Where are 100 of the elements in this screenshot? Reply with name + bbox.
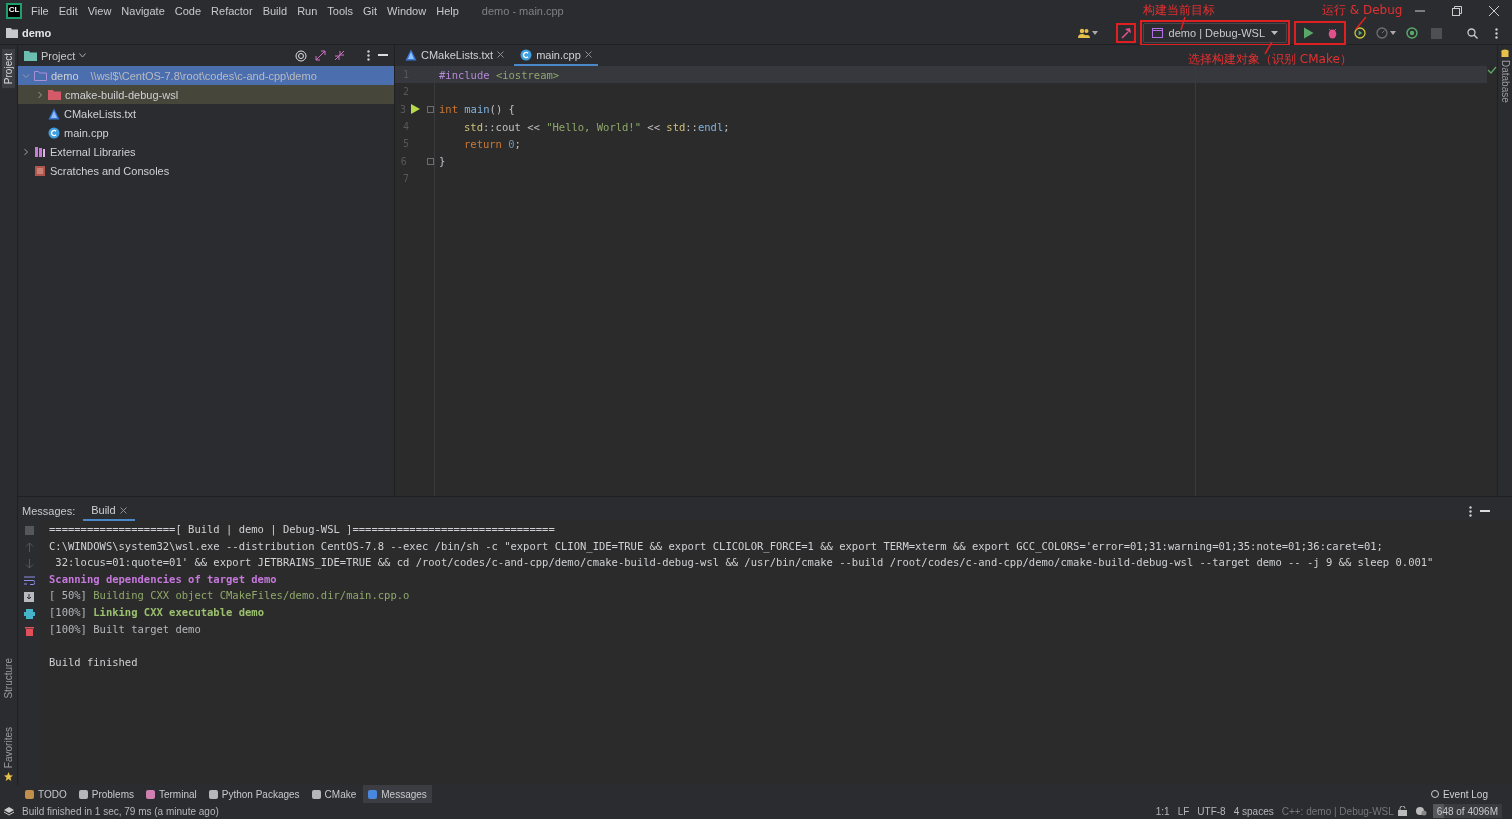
triangle-icon xyxy=(405,48,417,61)
run-configuration-dropdown[interactable]: demo | Debug-WSL xyxy=(1142,23,1287,43)
caret-icon xyxy=(1271,31,1278,35)
more-icon xyxy=(1494,27,1498,39)
play-icon xyxy=(1302,27,1314,39)
menu-item[interactable]: Tools xyxy=(322,5,358,17)
menu-item[interactable]: Navigate xyxy=(116,5,170,17)
folder-icon xyxy=(48,89,61,100)
gauge-icon xyxy=(1376,27,1388,39)
tool-window-button[interactable]: Terminal xyxy=(140,785,202,803)
path-text: \\wsl$\CentOS-7.8\root\codes\c-and-cpp\demo xyxy=(90,69,317,82)
chevron-right-icon xyxy=(36,90,44,99)
bubble-icon xyxy=(1429,789,1440,799)
tool-window-icon xyxy=(368,789,378,799)
target-icon xyxy=(1406,27,1418,39)
panel-title: Messages: xyxy=(22,505,76,517)
menu-item[interactable]: Refactor xyxy=(206,5,258,17)
menu-item[interactable]: Build xyxy=(257,5,293,17)
status-message: Build finished in 1 sec, 79 ms (a minute ago) xyxy=(21,805,220,817)
memory-indicator[interactable]: 648 of 4096M xyxy=(1432,804,1502,818)
arrow-up-icon xyxy=(24,542,34,552)
annotation-label: 选择构建对象（识别 CMake） xyxy=(1188,51,1352,68)
star-icon xyxy=(4,772,13,781)
caret-icon xyxy=(1091,31,1098,35)
event-log-button[interactable]: Event Log xyxy=(1429,788,1488,800)
more-icon xyxy=(1469,505,1472,517)
caret-icon xyxy=(79,53,87,58)
tool-window-tab[interactable]: Structure xyxy=(2,654,15,703)
menu-item[interactable]: Edit xyxy=(53,5,83,17)
tool-window-icon xyxy=(208,789,218,799)
close-icon xyxy=(584,51,592,58)
play-circle-icon xyxy=(1354,27,1366,39)
console-line: C:\WINDOWS\system32\wsl.exe --distribution CentOS-7.8 --exec /bin/sh -c "export CLION_IDE=TRUE && export CLICOLOR_FORCE=1 && export TERM=xterm && export GCC_COLORS='error=01;31:warning=01;35:note=01;36:caret=01; xyxy=(49,539,1383,552)
panel-title[interactable]: Project xyxy=(41,49,76,62)
window-icon xyxy=(1151,28,1163,38)
menu-item[interactable]: Run xyxy=(292,5,323,17)
tree-item[interactable]: External Libraries xyxy=(18,142,394,161)
menu-item[interactable]: View xyxy=(82,5,117,17)
tool-window-tab[interactable]: Project xyxy=(2,49,15,89)
tool-window-button[interactable]: TODO xyxy=(20,785,72,803)
fold-icon xyxy=(427,105,434,113)
tool-window-button[interactable]: Python Packages xyxy=(203,785,305,803)
app-logo: CL xyxy=(6,3,22,19)
collapse-icon xyxy=(334,50,345,61)
tree-item[interactable]: cmake-build-debug-wsl xyxy=(18,85,394,104)
minimize-icon xyxy=(378,54,388,57)
minimize-icon xyxy=(1480,509,1490,513)
tree-item[interactable]: main.cpp xyxy=(18,123,394,142)
tool-window-button[interactable]: CMake xyxy=(306,785,362,803)
tool-window-button[interactable]: Problems xyxy=(73,785,139,803)
search-icon xyxy=(1466,27,1478,39)
stop-icon xyxy=(1430,27,1442,39)
console-line: [ 50%] Building CXX object CMakeFiles/demo.dir/main.cpp.o xyxy=(49,589,410,602)
chevron-right-icon xyxy=(22,147,30,156)
folder-icon xyxy=(6,28,18,38)
arrow-down-icon xyxy=(24,559,34,569)
tool-window-tab[interactable]: Favorites xyxy=(2,722,15,772)
status-item[interactable]: LF xyxy=(1173,805,1194,817)
scratches-icon xyxy=(34,164,46,177)
menu-item[interactable]: Window xyxy=(382,5,432,17)
menu-item[interactable]: Help xyxy=(431,5,464,17)
close-icon xyxy=(119,506,127,514)
bug-icon xyxy=(1326,27,1338,39)
window-title: demo - main.cpp xyxy=(481,5,564,17)
tool-window-button[interactable]: Messages xyxy=(363,785,432,803)
stop-icon xyxy=(24,526,34,535)
code-line: return 0; xyxy=(464,137,521,150)
status-item[interactable]: UTF-8 xyxy=(1193,805,1230,817)
console-line: Build finished xyxy=(49,655,138,668)
expand-icon xyxy=(315,50,326,61)
close-icon xyxy=(497,51,505,58)
tree-item[interactable]: Scratches and Consoles xyxy=(18,161,394,180)
users-icon xyxy=(1077,28,1090,38)
menu-item[interactable]: Git xyxy=(358,5,383,17)
console-line: [100%] Linking CXX executable demo xyxy=(49,605,264,618)
fold-icon xyxy=(427,157,434,165)
build-button[interactable] xyxy=(1115,23,1136,43)
triangle-icon xyxy=(48,107,60,120)
tool-window-icon xyxy=(311,789,321,799)
wrap-icon xyxy=(23,576,35,585)
code-line: #include <iostream> xyxy=(439,68,560,81)
status-item[interactable]: 1:1 xyxy=(1151,805,1174,817)
c-file-icon xyxy=(48,126,60,139)
annotation-label: 构建当前目标 xyxy=(1143,2,1215,19)
tree-item[interactable]: CMakeLists.txt xyxy=(18,104,394,123)
editor-tab[interactable]: CMakeLists.txt xyxy=(399,45,511,66)
books-icon xyxy=(34,145,46,158)
console-line: 32:locus=01:quote=01' && export JETBRAINS_IDE=TRUE && cd /root/codes/c-and-cpp/demo/cmake-build-debug-wsl && /usr/bin/cmake --build /root/codes/c-and-cpp/demo/cmake-build-debug-wsl --target demo -- -j 9 && sleep 0.001" xyxy=(54,556,1434,569)
caret-icon xyxy=(1390,31,1396,35)
tool-window-tab[interactable]: Database xyxy=(1499,60,1511,103)
layers-icon xyxy=(4,806,14,816)
target-icon xyxy=(295,49,307,62)
menu-item[interactable]: File xyxy=(26,5,54,17)
code-line: } xyxy=(439,155,446,168)
menu-item[interactable]: Code xyxy=(169,5,207,17)
annotation-label: 运行 & Debug xyxy=(1322,2,1403,19)
breadcrumb-item[interactable]: demo xyxy=(22,27,52,39)
close-icon xyxy=(1488,6,1499,16)
c-file-icon xyxy=(520,48,533,61)
status-item[interactable]: 4 spaces xyxy=(1229,805,1278,817)
